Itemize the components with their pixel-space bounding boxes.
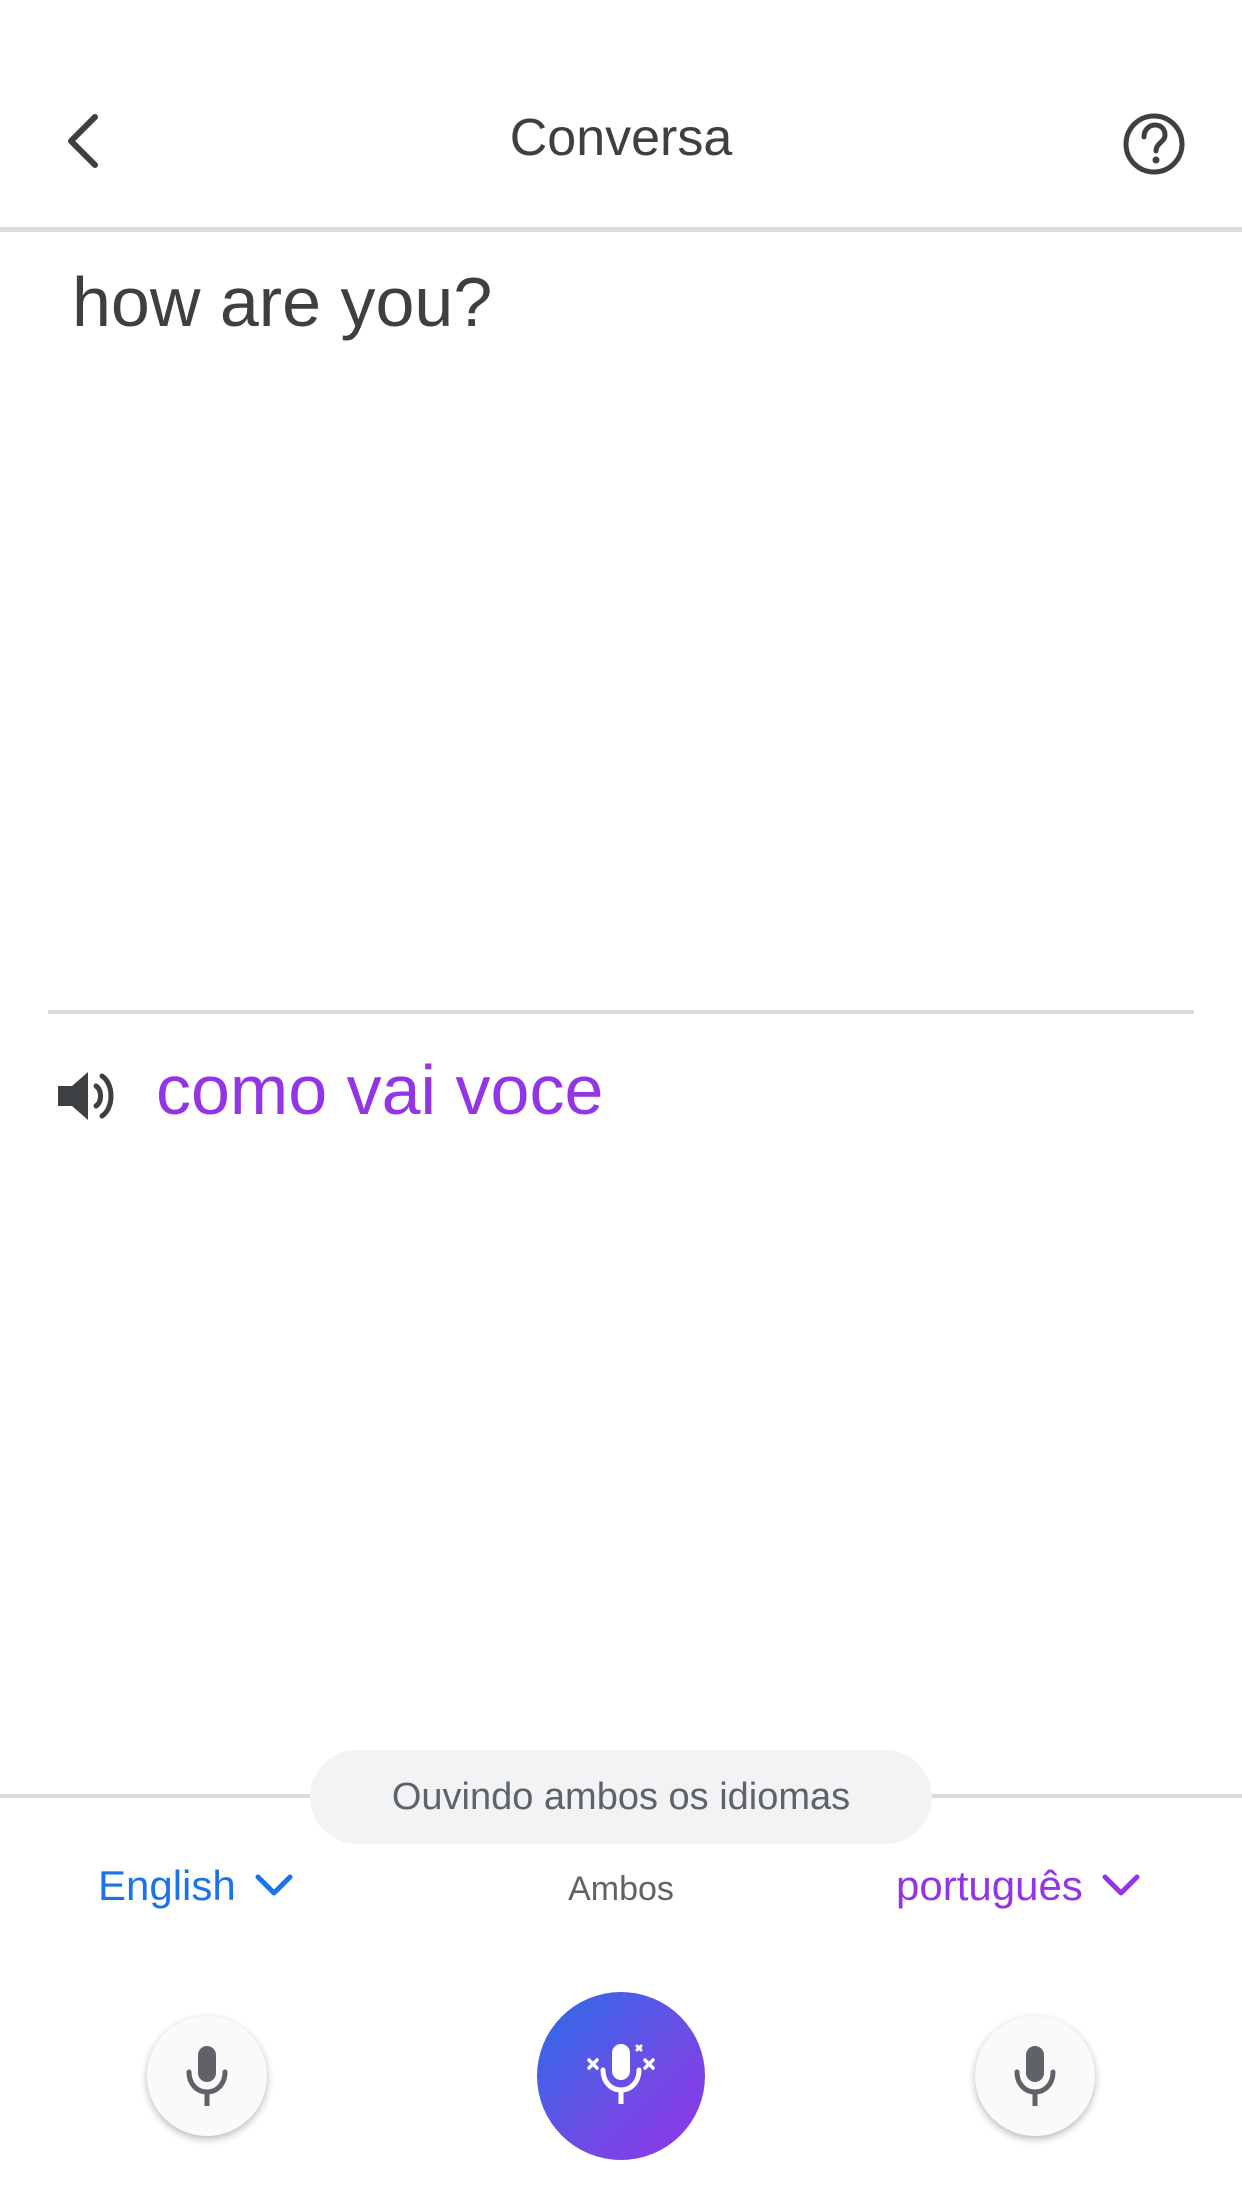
- auto-detect-mic-button[interactable]: [537, 1992, 705, 2160]
- target-language-label: português: [896, 1862, 1083, 1909]
- help-circle-icon: [1123, 113, 1185, 175]
- target-language-selector[interactable]: português: [896, 1862, 1141, 1910]
- microphone-icon: [1014, 2046, 1056, 2106]
- microphone-icon: [186, 2046, 228, 2106]
- chevron-down-icon: [1102, 1874, 1140, 1896]
- auto-microphone-icon: [587, 2044, 655, 2104]
- panel-divider: [48, 1010, 1194, 1014]
- source-text: how are you?: [72, 263, 493, 341]
- help-button[interactable]: [1120, 110, 1188, 178]
- listening-status-chip: Ouvindo ambos os idiomas: [310, 1750, 932, 1844]
- volume-icon: [58, 1072, 114, 1120]
- header-divider: [0, 227, 1242, 232]
- portuguese-mic-button[interactable]: [975, 2016, 1095, 2136]
- english-mic-button[interactable]: [147, 2016, 267, 2136]
- translated-text: como vai voce: [156, 1051, 604, 1129]
- speak-translation-button[interactable]: [52, 1060, 124, 1132]
- page-title: Conversa: [509, 109, 733, 167]
